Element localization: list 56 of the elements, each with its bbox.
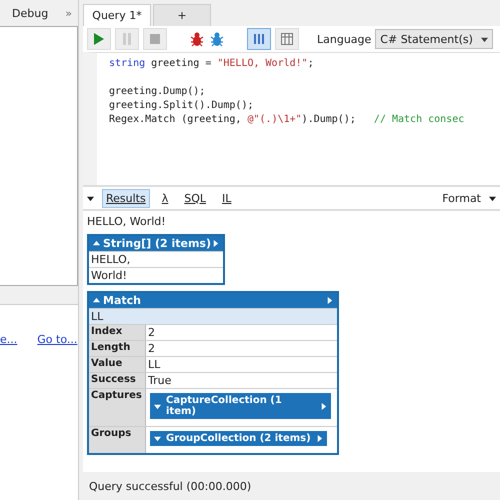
table-cell-text: LL	[147, 357, 162, 372]
collection-button[interactable]: CaptureCollection (1 item)	[150, 393, 331, 419]
row-label: Groups	[89, 427, 146, 453]
run-button[interactable]	[87, 28, 111, 50]
language-label: Language	[317, 32, 372, 46]
results-tab[interactable]: IL	[218, 188, 236, 208]
link[interactable]: Go to...	[37, 333, 78, 500]
expand-icon	[212, 240, 219, 247]
table-cell: LL	[89, 308, 337, 324]
status-text: Query successful (00:00.000)	[89, 480, 252, 492]
table-title[interactable]: Match	[103, 294, 141, 307]
grid-view-button[interactable]	[247, 28, 271, 50]
collapse-icon	[93, 240, 100, 247]
row-label: Index	[89, 325, 146, 340]
expand-icon	[316, 435, 323, 442]
row-label: Captures	[89, 389, 146, 426]
code-editor[interactable]: string greeting = "HELLO, World!"; greeting.Dump(); greeting.Split().Dump(); Regex.Match (greeting, @"(.)\1+").Dump(); // Match consec	[83, 52, 500, 185]
expand-icon	[326, 297, 333, 304]
query-tab[interactable]: Query 1*	[83, 4, 151, 26]
code-line: greeting.Dump();	[109, 85, 206, 99]
collapse-icon	[93, 297, 100, 304]
bug-icon[interactable]	[209, 31, 225, 47]
language-select[interactable]: C# Statement(s)	[375, 29, 494, 49]
pause-icon	[122, 33, 132, 45]
results-tab[interactable]: SQL	[180, 188, 210, 208]
play-icon	[94, 33, 104, 45]
code-line: string greeting = "HELLO, World!";	[109, 57, 315, 71]
results-tab[interactable]: λ	[158, 188, 172, 208]
row-label: Success	[89, 373, 146, 388]
link[interactable]: e...	[0, 333, 18, 500]
expand-icon	[320, 402, 327, 410]
collapse-icon	[87, 194, 94, 202]
output-text: HELLO, World!	[87, 215, 167, 228]
bug-icon[interactable]	[189, 31, 205, 47]
caret-icon	[154, 402, 161, 410]
code-line: Regex.Match (greeting, @"(.)\1+").Dump(); // Match consec	[109, 113, 466, 127]
table-cell-text: 2	[147, 325, 156, 340]
query-tab[interactable]: +	[153, 4, 211, 26]
caret-icon	[154, 435, 161, 442]
debug-tab[interactable]: Debug	[12, 6, 48, 20]
columns-view-button[interactable]	[275, 28, 299, 50]
table-cell-text: True	[147, 373, 172, 388]
results-tab[interactable]: Results	[102, 188, 150, 208]
code-line: greeting.Split().Dump();	[109, 99, 254, 113]
stop-icon	[150, 34, 160, 44]
format-menu[interactable]: Format	[442, 192, 481, 204]
row-label: Length	[89, 341, 146, 356]
grid-icon	[281, 33, 293, 45]
collapse-button[interactable]: »	[65, 6, 72, 20]
caret-icon	[489, 194, 496, 202]
table-cell: HELLO,	[89, 251, 223, 267]
table-cell-text: 2	[147, 341, 156, 356]
row-label: Value	[89, 357, 146, 372]
columns-icon	[253, 33, 265, 45]
collection-button[interactable]: GroupCollection (2 items)	[150, 431, 327, 446]
dropdown-arrow-icon	[481, 36, 488, 42]
